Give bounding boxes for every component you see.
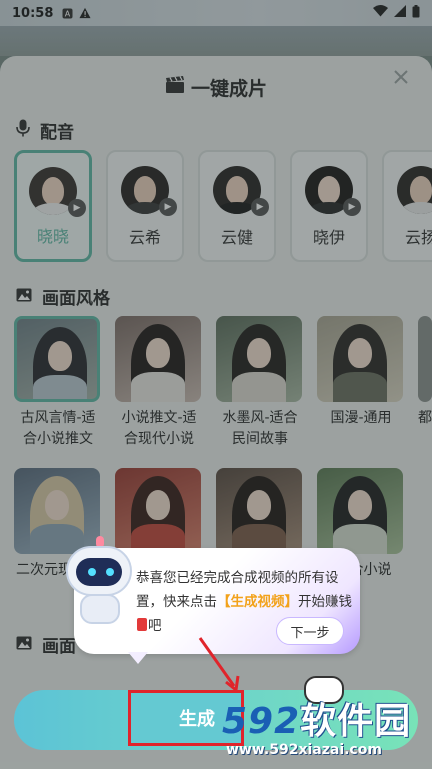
style-thumbnail [115,316,201,402]
play-icon[interactable]: ▶ [68,199,86,217]
clapperboard-icon [165,76,185,99]
style-option-guoman[interactable]: 国漫-通用 [317,316,405,429]
image-icon [16,287,32,307]
style-section-title: 画面风格 [16,284,110,309]
voice-name: 云健 [220,228,253,247]
style-label: 国漫-通用 [330,410,392,426]
wifi-icon [373,5,388,21]
sheet-title: 一键成片 [0,74,432,101]
app-a-icon: A [61,7,73,19]
status-bar: 10:58 A [0,0,432,26]
tooltip-pointer [128,652,148,664]
avatar [397,166,432,214]
play-icon[interactable]: ▶ [343,198,361,216]
signal-icon [394,5,406,21]
image-icon [16,635,32,655]
warning-icon [79,7,91,19]
voice-section-title: 配音 [16,118,74,143]
style-option-ink[interactable]: 水墨风-适合民间故事 [216,316,304,450]
microphone-icon [16,119,30,142]
svg-text:A: A [65,9,71,18]
style-option-ancient-romance[interactable]: 古风言情-适合小说推文 [14,316,102,450]
battery-icon [412,4,420,22]
background-page [0,26,432,56]
voice-list: ▶ 晓晓 ▶ 云希 ▶ 云健 ▶ 晓伊 ▶ 云扬 [14,150,432,262]
style-label: 都 [418,410,432,426]
style-label: 古风言情-适合小说推文 [20,410,96,447]
status-time: 10:58 [12,5,54,21]
style-option-3[interactable] [216,468,304,560]
style-label: 水墨风-适合民间故事 [222,410,298,447]
style-thumbnail [418,316,432,402]
play-icon[interactable]: ▶ [159,198,177,216]
close-icon [394,70,408,84]
style-option-novel[interactable]: 小说推文-适合现代小说 [115,316,203,450]
third-section-title: 画面 [16,632,76,657]
voice-option-xiaoyi[interactable]: ▶ 晓伊 [290,150,368,262]
style-label: 小说推文-适合现代小说 [121,410,197,447]
voice-name: 晓晓 [36,227,69,246]
style-thumbnail [216,316,302,402]
voice-option-yunjian[interactable]: ▶ 云健 [198,150,276,262]
robot-mascot-icon [58,536,144,626]
next-step-button[interactable]: 下一步 [276,617,344,645]
watermark-logo: 592软件园 www.592xiazai.com [222,701,412,758]
style-thumbnail [14,316,100,402]
style-option-city[interactable]: 都 [418,316,432,429]
close-button[interactable] [390,68,412,90]
voice-option-yunxi[interactable]: ▶ 云希 [106,150,184,262]
voice-name: 云扬 [404,228,432,247]
style-thumbnail [317,468,403,554]
voice-option-xiaoxiao[interactable]: ▶ 晓晓 [14,150,92,262]
style-thumbnail [216,468,302,554]
play-icon[interactable]: ▶ [251,198,269,216]
voice-option-yunyang[interactable]: ▶ 云扬 [382,150,432,262]
style-thumbnail [317,316,403,402]
voice-name: 晓伊 [312,228,345,247]
voice-name: 云希 [128,228,161,247]
